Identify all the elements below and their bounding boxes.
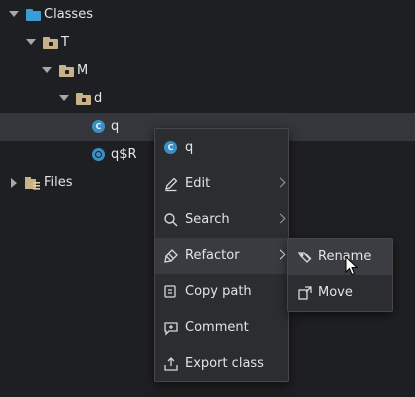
- chevron-right-icon: [275, 249, 286, 260]
- menu-item-edit[interactable]: Edit: [155, 166, 288, 202]
- package-icon: [76, 93, 91, 105]
- menu-item-comment[interactable]: Comment: [155, 310, 288, 346]
- menu-item-refactor[interactable]: Refactor: [155, 238, 288, 274]
- search-icon: [163, 212, 179, 228]
- mouse-cursor-icon: [345, 255, 359, 276]
- menu-item-label: Copy path: [185, 284, 252, 299]
- menu-item-label: Move: [318, 285, 353, 300]
- tree-node-label: d: [94, 91, 103, 106]
- copy-icon: [163, 284, 179, 300]
- tree-node-package-t[interactable]: T: [0, 29, 415, 57]
- rename-icon: [297, 249, 313, 265]
- tree-node-label: Classes: [44, 7, 93, 22]
- tree-node-package-m[interactable]: M: [0, 57, 415, 85]
- expand-arrow-icon[interactable]: [42, 67, 52, 73]
- tree-node-package-d[interactable]: d: [0, 85, 415, 113]
- package-icon: [59, 65, 74, 77]
- menu-item-label: Search: [185, 212, 230, 227]
- files-folder-icon: [25, 176, 40, 190]
- menu-item-label: Comment: [185, 320, 249, 335]
- move-icon: [297, 285, 313, 301]
- comment-icon: [163, 320, 179, 336]
- menu-item-export-class[interactable]: Export class: [155, 346, 288, 382]
- tree-node-label: T: [61, 35, 69, 50]
- tree-node-classes[interactable]: Classes: [0, 1, 415, 29]
- tree-node-label: M: [77, 63, 89, 78]
- menu-item-move[interactable]: Move: [288, 275, 392, 311]
- menu-item-rename[interactable]: Rename: [288, 239, 392, 275]
- pencil-icon: [163, 176, 179, 192]
- context-menu-header: C q: [155, 130, 288, 166]
- refactor-brush-icon: [163, 248, 179, 264]
- tree-node-label: q: [111, 119, 120, 134]
- collapse-arrow-icon[interactable]: [11, 178, 17, 188]
- menu-item-search[interactable]: Search: [155, 202, 288, 238]
- chevron-right-icon: [275, 177, 286, 188]
- chevron-right-icon: [275, 213, 286, 224]
- export-icon: [163, 356, 179, 372]
- menu-item-copy-path[interactable]: Copy path: [155, 274, 288, 310]
- inner-class-icon: [92, 148, 105, 161]
- context-menu: C q Edit Search Refactor Copy path Comme…: [154, 128, 289, 382]
- expand-arrow-icon[interactable]: [59, 95, 69, 101]
- tree-node-label: q$R: [111, 147, 137, 162]
- class-browser: Classes T M d C q q$R Files C q Edit Sea…: [0, 0, 415, 397]
- class-icon: C: [92, 120, 105, 133]
- folder-icon: [26, 9, 41, 21]
- menu-item-label: Refactor: [185, 248, 240, 263]
- refactor-submenu: Rename Move: [287, 238, 393, 312]
- tree-node-label: Files: [44, 175, 73, 190]
- context-menu-title: q: [185, 140, 194, 155]
- expand-arrow-icon[interactable]: [26, 39, 36, 45]
- class-icon: C: [164, 141, 177, 154]
- package-icon: [43, 37, 58, 49]
- menu-item-label: Export class: [185, 356, 264, 371]
- expand-arrow-icon[interactable]: [9, 11, 19, 17]
- menu-item-label: Edit: [185, 176, 211, 191]
